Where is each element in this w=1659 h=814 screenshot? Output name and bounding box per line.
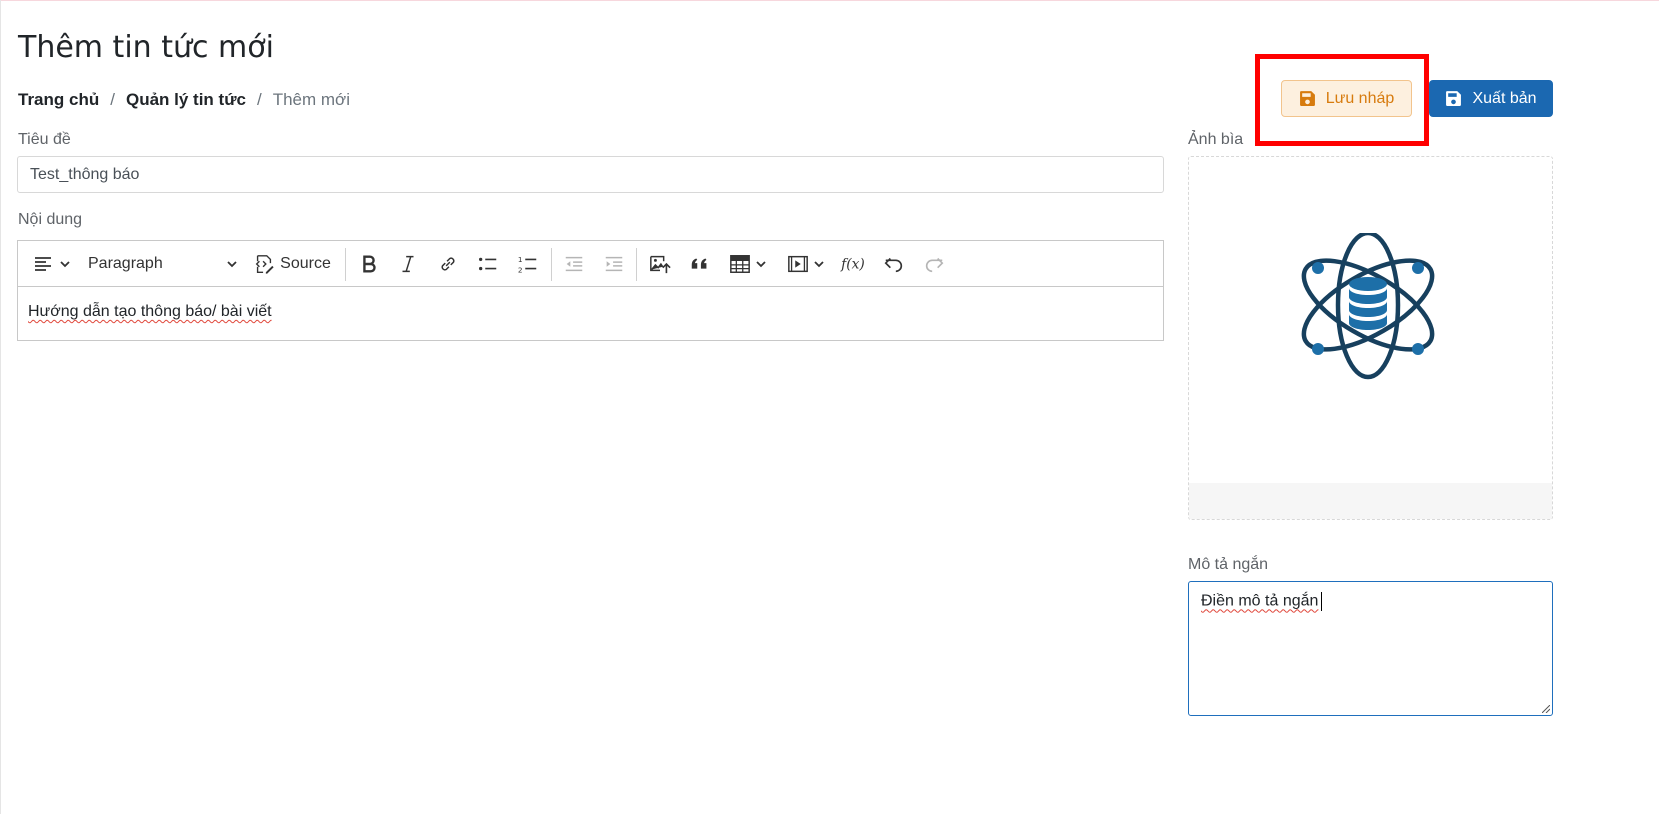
undo-icon	[884, 257, 903, 273]
publish-button[interactable]: Xuất bản	[1429, 80, 1553, 117]
editor-toolbar: Paragraph Source 1 2 f(x)	[18, 241, 1163, 287]
math-formula-icon: f(x)	[840, 257, 865, 273]
indent-icon	[605, 256, 623, 272]
italic-button[interactable]	[394, 241, 422, 287]
top-border	[0, 0, 1659, 1]
align-left-icon	[35, 257, 51, 271]
bulleted-list-icon	[479, 257, 497, 271]
table-dropdown[interactable]	[724, 241, 772, 287]
short-description-textarea[interactable]: Điền mô tả ngắn	[1188, 581, 1553, 716]
content-field-label: Nội dung	[18, 211, 83, 228]
numbered-list-icon: 1 2	[518, 255, 537, 274]
table-icon	[730, 255, 750, 273]
media-embed-icon	[788, 255, 808, 273]
breadcrumb-separator: /	[110, 90, 115, 109]
math-formula-button[interactable]: f(x)	[838, 241, 870, 287]
undo-button[interactable]	[880, 241, 908, 287]
toolbar-divider	[551, 248, 552, 281]
svg-text:f(x): f(x)	[840, 257, 865, 273]
redo-button[interactable]	[920, 241, 948, 287]
editor-content-text: Hướng dẫn tạo thông báo/ bài viết	[28, 303, 272, 320]
svg-text:1: 1	[518, 255, 523, 264]
breadcrumb-current: Thêm mới	[272, 90, 350, 109]
short-description-label: Mô tả ngắn	[1188, 556, 1269, 573]
highlight-annotation	[1255, 54, 1429, 146]
atom-database-icon	[1301, 233, 1435, 380]
toolbar-divider	[345, 248, 346, 281]
numbered-list-button[interactable]: 1 2	[514, 241, 542, 287]
page-title: Thêm tin tức mới	[18, 30, 274, 65]
source-button[interactable]: Source	[252, 241, 332, 287]
indent-button[interactable]	[600, 241, 628, 287]
breadcrumb-news-management-link[interactable]: Quản lý tin tức	[126, 90, 246, 110]
publish-label: Xuất bản	[1472, 89, 1537, 107]
resize-handle-icon[interactable]	[1542, 705, 1550, 713]
chevron-down-icon	[814, 261, 824, 268]
chevron-down-icon	[756, 261, 766, 268]
blockquote-button[interactable]	[686, 241, 714, 287]
link-icon	[441, 257, 455, 271]
text-caret	[1321, 592, 1323, 611]
outdent-button[interactable]	[560, 241, 588, 287]
floppy-disk-icon	[1446, 91, 1462, 106]
editor-content-area[interactable]: Hướng dẫn tạo thông báo/ bài viết	[18, 287, 1163, 337]
alignment-dropdown[interactable]	[26, 241, 76, 287]
redo-icon	[925, 257, 944, 273]
breadcrumb-home-link[interactable]: Trang chủ	[18, 90, 99, 110]
chevron-down-icon	[227, 261, 237, 268]
italic-icon	[402, 255, 414, 273]
toolbar-divider	[636, 248, 637, 281]
blockquote-icon	[691, 258, 707, 269]
short-description-text: Điền mô tả ngắn	[1201, 592, 1319, 610]
paragraph-style-value: Paragraph	[88, 255, 163, 272]
breadcrumb-separator: /	[256, 90, 262, 109]
title-field-label: Tiêu đề	[18, 131, 71, 148]
rich-text-editor: Paragraph Source 1 2 f(x) Hướng dẫn tạo …	[17, 240, 1164, 341]
outdent-icon	[565, 256, 583, 272]
chevron-down-icon	[60, 261, 70, 268]
bulleted-list-button[interactable]	[474, 241, 502, 287]
bold-icon	[363, 255, 376, 273]
svg-text:2: 2	[518, 265, 523, 274]
cover-image-upload[interactable]	[1188, 156, 1553, 520]
source-label: Source	[280, 255, 331, 272]
cover-image-footer	[1189, 483, 1552, 519]
insert-image-button[interactable]	[645, 241, 675, 287]
paragraph-style-select[interactable]: Paragraph	[88, 241, 238, 287]
media-embed-dropdown[interactable]	[782, 241, 830, 287]
insert-image-icon	[650, 255, 671, 274]
cover-image-label: Ảnh bìa	[1188, 131, 1244, 148]
breadcrumb: Trang chủ / Quản lý tin tức / Thêm mới	[18, 90, 350, 110]
source-code-icon	[255, 255, 274, 274]
link-button[interactable]	[434, 241, 462, 287]
title-input[interactable]: Test_thông báo	[17, 156, 1164, 193]
left-border	[0, 0, 1, 814]
bold-button[interactable]	[355, 241, 383, 287]
